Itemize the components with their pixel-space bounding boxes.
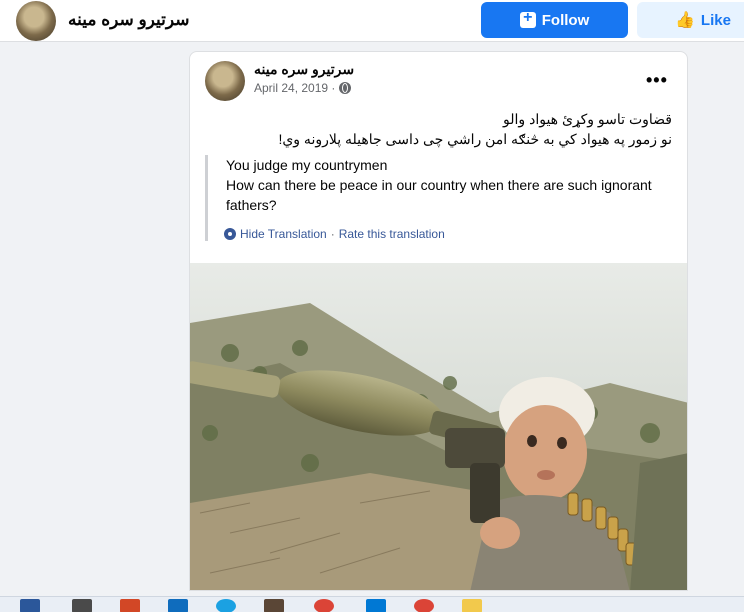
original-line-1: قضاوت تاسو وکړئ هیواد والو [503,111,672,127]
follow-label: Follow [541,11,590,29]
post-author[interactable]: سرتیرو سره مینه [254,61,354,78]
post-photo[interactable] [190,263,687,590]
folder-icon[interactable] [462,599,482,612]
post-meta: April 24, 2019 · [254,81,352,95]
post-original-text: قضاوت تاسو وکړئ هیواد والو نو زمور په هی… [202,109,672,149]
word-icon[interactable] [20,599,40,612]
translation-block: You judge my countrymen How can there be… [205,155,675,241]
page-avatar[interactable] [16,1,56,41]
globe-icon[interactable] [339,82,352,94]
author-avatar[interactable] [205,61,245,101]
like-button[interactable]: 👍 Like [637,2,744,38]
photo-illustration [190,263,687,590]
post-date[interactable]: April 24, 2019 · [254,81,335,95]
follow-button[interactable]: Follow [481,2,628,38]
taskbar [0,596,744,612]
like-label: Like [700,11,731,29]
link-separator: · [330,227,335,241]
edge-icon[interactable] [216,599,236,612]
hide-translation-link[interactable]: Hide Translation [240,227,327,241]
page-header: سرتیرو سره مینه Follow 👍 Like [0,0,744,42]
translation-links: Hide Translation · Rate this translation [224,227,675,241]
translation-line-1: You judge my countrymen [226,157,388,173]
more-options-button[interactable]: ••• [646,70,668,91]
thumbs-up-icon: 👍 [675,12,695,29]
store-icon[interactable] [366,599,386,612]
app-icon[interactable] [72,599,92,612]
page-name[interactable]: سرتیرو سره مینه [68,10,190,30]
post-card: سرتیرو سره مینه April 24, 2019 · ••• قضا… [189,51,688,591]
translation-line-2: How can there be peace in our country wh… [226,177,652,213]
chrome-icon[interactable] [314,599,334,612]
powerpoint-icon[interactable] [120,599,140,612]
gear-icon[interactable] [224,228,236,240]
chrome-icon[interactable] [414,599,434,612]
briefcase-icon[interactable] [264,599,284,612]
rate-translation-link[interactable]: Rate this translation [339,227,445,241]
add-page-icon [519,9,536,28]
original-line-2: نو زمور په هیواد کي به څنګه امن راشي چی … [278,131,672,147]
mail-icon[interactable] [168,599,188,612]
